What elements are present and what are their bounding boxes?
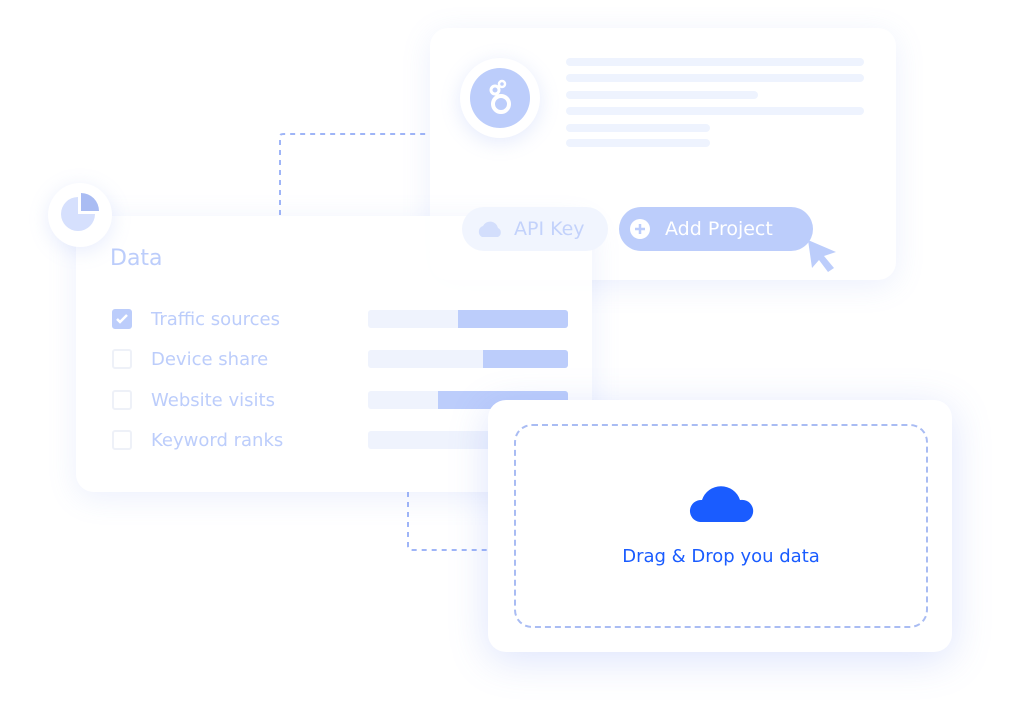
share-bar (368, 350, 568, 368)
share-bar-fill (458, 310, 568, 328)
text-placeholder (566, 74, 864, 82)
data-item-traffic-sources[interactable]: Traffic sources (112, 308, 280, 330)
data-item-keyword-ranks[interactable]: Keyword ranks (112, 429, 283, 451)
dropzone-label: Drag & Drop you data (622, 546, 820, 567)
checkbox[interactable] (112, 430, 132, 450)
share-bar-fill (483, 350, 568, 368)
pie-chart-icon (61, 193, 99, 231)
text-placeholder (566, 124, 710, 132)
share-bar (368, 310, 568, 328)
item-label: Website visits (151, 389, 275, 411)
cloud-icon (689, 486, 754, 522)
looker-studio-icon (470, 68, 530, 128)
data-panel-title: Data (110, 246, 163, 271)
text-placeholder (566, 107, 864, 115)
dropzone-card: Drag & Drop you data (488, 400, 952, 652)
item-label: Device share (151, 348, 269, 370)
dropzone[interactable]: Drag & Drop you data (514, 424, 928, 628)
checkbox[interactable] (112, 390, 132, 410)
add-project-button[interactable]: Add Project (619, 207, 813, 251)
item-label: Traffic sources (151, 308, 280, 330)
text-placeholder (566, 139, 710, 147)
cloud-chart-icon (478, 221, 501, 237)
text-placeholder (566, 58, 864, 66)
checkbox[interactable] (112, 349, 132, 369)
api-key-label: API Key (514, 218, 585, 240)
plus-circle-icon (630, 219, 650, 239)
item-label: Keyword ranks (151, 429, 284, 451)
checkbox-checked[interactable] (112, 309, 132, 329)
pie-chart-badge (48, 183, 112, 247)
api-key-button[interactable]: API Key (462, 207, 608, 251)
logo-badge (460, 58, 540, 138)
data-item-website-visits[interactable]: Website visits (112, 389, 275, 411)
add-project-label: Add Project (665, 218, 773, 240)
cursor-icon (808, 240, 836, 272)
data-item-device-share[interactable]: Device share (112, 348, 268, 370)
text-placeholder (566, 91, 758, 99)
